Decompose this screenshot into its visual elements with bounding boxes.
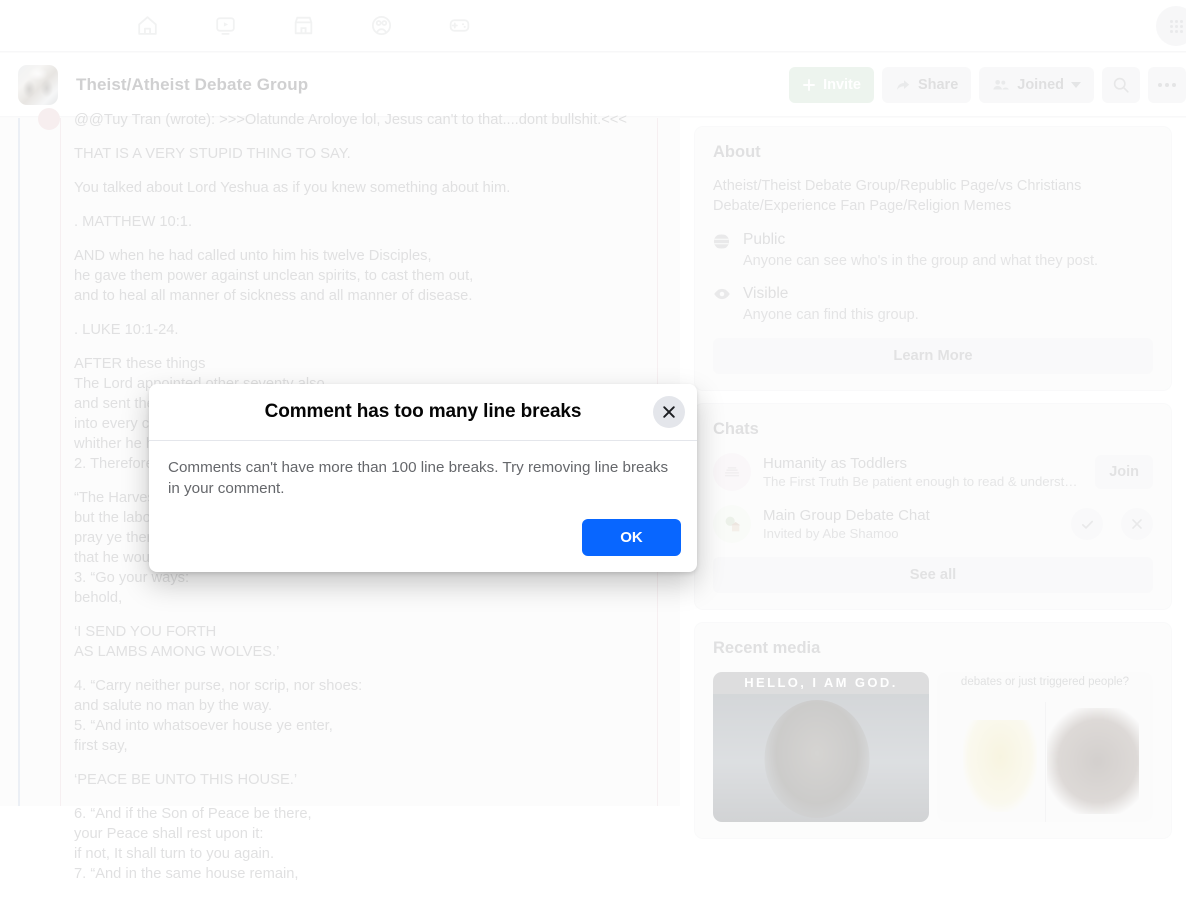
about-visible-title: Visible (743, 285, 789, 302)
comment-paragraph: ‘I SEND YOU FORTH AS LAMBS AMONG WOLVES.… (74, 624, 280, 660)
media-divider (1045, 702, 1046, 822)
marketplace-icon[interactable] (264, 4, 342, 48)
share-arrow-icon (896, 79, 910, 90)
books-icon (713, 453, 751, 491)
chat-item-text: Main Group Debate Chat Invited by Abe Sh… (763, 506, 1053, 543)
ellipsis-icon (1158, 82, 1176, 87)
dialog-close-button[interactable] (653, 396, 685, 428)
media-image-dog (963, 720, 1037, 812)
dialog-message: Comments can't have more than 100 line b… (168, 459, 669, 497)
about-card: About Atheist/Theist Debate Group/Republ… (694, 126, 1172, 391)
about-row-visible: Visible Anyone can find this group. (713, 284, 1153, 325)
chat-accept-button[interactable] (1071, 508, 1103, 540)
media-caption: HELLO, I AM GOD. (744, 675, 898, 690)
members-icon (993, 79, 1010, 89)
learn-more-button[interactable]: Learn More (713, 338, 1153, 374)
search-button[interactable] (1102, 66, 1140, 103)
chat-item-name: Humanity as Toddlers (763, 454, 907, 472)
tree-house-icon (713, 505, 751, 543)
share-button-label: Share (917, 76, 959, 93)
recent-media-heading: Recent media (713, 639, 821, 657)
dialog-ok-button[interactable]: OK (582, 519, 681, 556)
menu-grid-button[interactable] (1156, 6, 1186, 46)
joined-button-label: Joined (1017, 76, 1064, 93)
globe-icon (709, 230, 734, 271)
comment-paragraph: AND when he had called unto him his twel… (74, 248, 474, 304)
top-nav-icon-group (108, 4, 498, 48)
close-icon (1132, 519, 1142, 529)
comment-paragraph: . MATTHEW 10:1. (74, 214, 193, 230)
chat-item-subtitle: The First Truth Be patient enough to rea… (763, 473, 1084, 489)
recent-media-grid: HELLO, I AM GOD. debates or just trigger… (713, 672, 1153, 822)
chat-list-item[interactable]: Main Group Debate Chat Invited by Abe Sh… (713, 505, 1153, 543)
chat-item-name: Main Group Debate Chat (763, 506, 930, 524)
comment-thread-line-left (60, 118, 61, 806)
right-sidebar: About Atheist/Theist Debate Group/Republ… (680, 118, 1186, 839)
chats-heading: Chats (713, 420, 759, 438)
comment-paragraph: . LUKE 10:1-24. (74, 322, 179, 338)
grid-icon (1169, 19, 1183, 33)
about-public-title: Public (743, 231, 786, 248)
dialog-actions: OK (582, 519, 681, 556)
chat-decline-button[interactable] (1121, 508, 1153, 540)
check-icon (1081, 520, 1093, 529)
chat-list-item[interactable]: Humanity as Toddlers The First Truth Be … (713, 453, 1153, 491)
media-image-bearded-man (1047, 708, 1139, 814)
media-thumbnail[interactable]: debates or just triggered people? (937, 672, 1153, 822)
media-caption: debates or just triggered people? (960, 676, 1130, 688)
video-icon[interactable] (186, 4, 264, 48)
dialog-header: Comment has too many line breaks (149, 384, 697, 441)
chat-item-text: Humanity as Toddlers The First Truth Be … (763, 454, 1083, 491)
error-dialog: Comment has too many line breaks Comment… (149, 384, 697, 572)
scrollbar[interactable] (18, 118, 20, 806)
chat-item-subtitle: Invited by Abe Shamoo (763, 525, 899, 541)
comment-paragraph: @@Tuy Tran (wrote): >>>Olatunde Aroloye … (74, 112, 627, 128)
top-navigation-bar (0, 0, 1186, 52)
comment-paragraph: THAT IS A VERY STUPID THING TO SAY. (74, 146, 351, 162)
more-options-button[interactable] (1148, 66, 1186, 103)
media-image-figure (764, 700, 870, 818)
about-row-public: Public Anyone can see who's in the group… (709, 230, 1153, 271)
comment-paragraph: 6. “And if the Son of Peace be there, yo… (74, 806, 312, 882)
search-icon (1113, 77, 1129, 93)
dialog-body: Comments can't have more than 100 line b… (149, 441, 697, 499)
eye-icon (713, 284, 732, 325)
commenter-avatar[interactable] (38, 108, 60, 130)
about-public-detail: Anyone can see who's in the group and wh… (743, 253, 1099, 269)
about-heading: About (713, 143, 761, 161)
chats-see-all-button[interactable]: See all (713, 557, 1153, 593)
invite-button[interactable]: Invite (789, 66, 874, 103)
comment-paragraph: 4. “Carry neither purse, nor scrip, nor … (74, 678, 363, 754)
joined-button[interactable]: Joined (979, 66, 1094, 103)
chevron-down-icon (1071, 81, 1081, 88)
about-visible-detail: Anyone can find this group. (743, 307, 919, 323)
comment-paragraph: ‘PEACE BE UNTO THIS HOUSE.’ (74, 772, 298, 788)
group-header: Theist/Atheist Debate Group Invite Share (0, 53, 1186, 117)
plus-icon (803, 78, 816, 91)
chats-card: Chats Humanity as Toddlers The First Tru… (694, 403, 1172, 610)
group-avatar[interactable] (18, 64, 58, 105)
dialog-title: Comment has too many line breaks (264, 401, 582, 422)
share-button[interactable]: Share (881, 66, 972, 103)
media-thumbnail[interactable]: HELLO, I AM GOD. (713, 672, 929, 822)
chat-join-button[interactable]: Join (1095, 455, 1153, 489)
gaming-icon[interactable] (420, 4, 498, 48)
home-icon[interactable] (108, 4, 186, 48)
group-header-actions: Invite Share Joined (789, 66, 1186, 103)
groups-icon[interactable] (342, 4, 420, 48)
group-title: Theist/Atheist Debate Group (76, 74, 309, 94)
recent-media-card: Recent media HELLO, I AM GOD. debates or… (694, 622, 1172, 839)
comment-paragraph: You talked about Lord Yeshua as if you k… (74, 180, 511, 196)
close-icon (663, 406, 675, 418)
invite-button-label: Invite (823, 76, 861, 93)
about-description: Atheist/Theist Debate Group/Republic Pag… (713, 178, 1082, 214)
